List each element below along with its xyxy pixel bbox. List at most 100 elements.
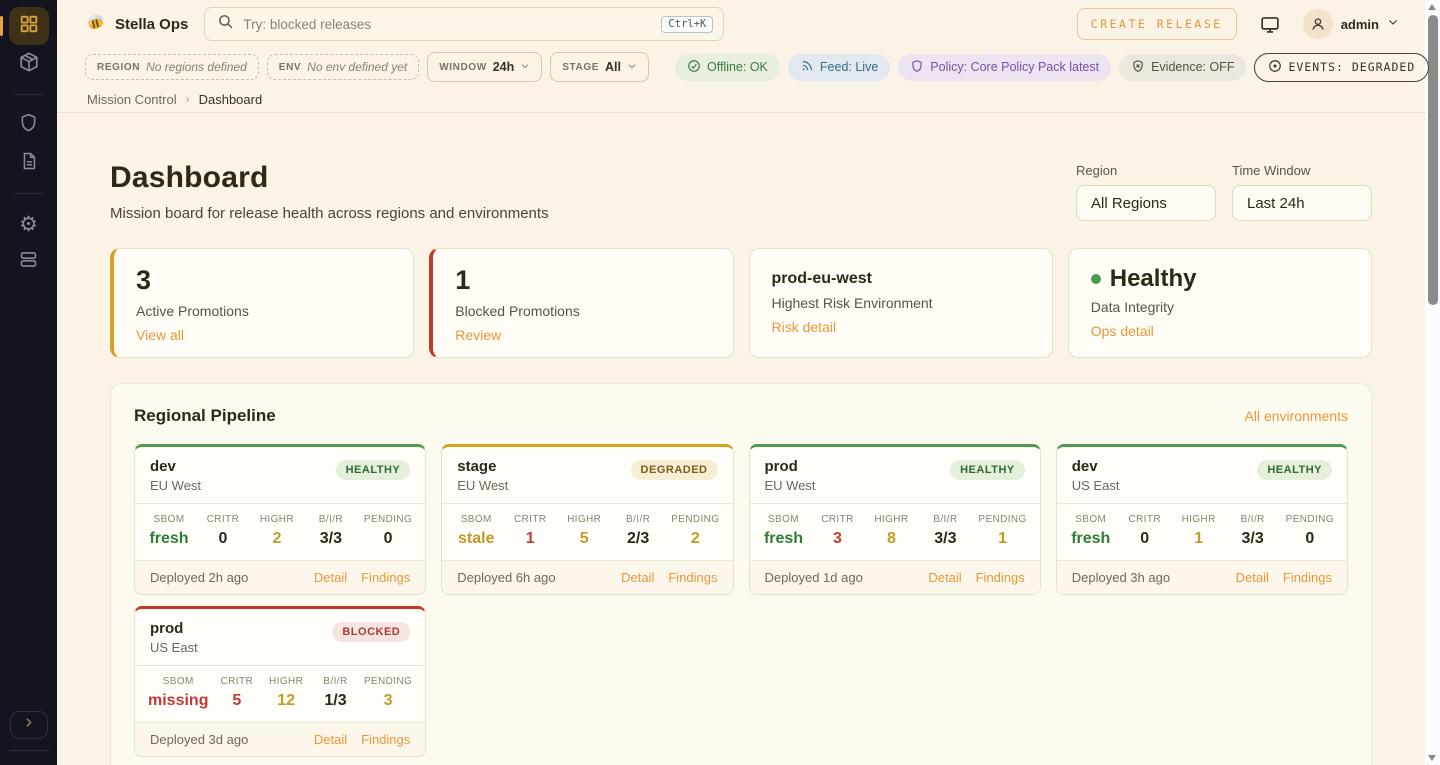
page-title-block: Dashboard Mission board for release heal… [110, 161, 549, 222]
scrollbar-up-arrow[interactable] [1428, 4, 1436, 10]
region-filter-value: No regions defined [146, 60, 247, 74]
app-name: Stella Ops [115, 16, 188, 33]
stat-value-highr: 12 [265, 692, 307, 710]
sidebar: ⚙ [0, 0, 57, 765]
stat-value-highr: 8 [870, 530, 912, 548]
breadcrumb-mission-control[interactable]: Mission Control [87, 92, 177, 107]
sidebar-item-dashboard[interactable] [9, 7, 49, 45]
search-icon [217, 13, 234, 35]
stat-label-sbom: SBOM [455, 514, 497, 525]
policy-status-chip: Policy: Core Policy Pack latest [898, 54, 1111, 81]
env-region: US East [150, 640, 198, 655]
ops-detail-link[interactable]: Ops detail [1091, 323, 1154, 339]
review-link[interactable]: Review [455, 327, 501, 343]
env-filter-pill[interactable]: ENV No env defined yet [267, 54, 419, 80]
risk-detail-link[interactable]: Risk detail [772, 319, 837, 335]
search-shortcut-kbd: Ctrl+K [661, 16, 713, 33]
pipeline-grid: dev EU West HEALTHY SBOMfresh CRITR0 HIG… [134, 444, 1348, 757]
data-integrity-card: Healthy Data Integrity Ops detail [1068, 248, 1372, 358]
stat-label-sbom: SBOM [763, 514, 805, 525]
detail-link[interactable]: Detail [1236, 570, 1269, 585]
stat-value-bir: 1/3 [315, 692, 357, 710]
stage-filter-pill[interactable]: STAGE All [550, 52, 649, 82]
stage-filter-value: All [605, 60, 621, 74]
stat-label-sbom: SBOM [1070, 514, 1112, 525]
stage-filter-label: STAGE [562, 62, 599, 73]
sidebar-item-infrastructure[interactable] [9, 243, 49, 281]
chevron-down-icon [627, 58, 637, 76]
region-filter-pill[interactable]: REGION No regions defined [85, 54, 259, 80]
time-window-select[interactable]: Last 24h [1232, 185, 1372, 221]
findings-link[interactable]: Findings [668, 570, 717, 585]
time-window-filter-group: Time Window Last 24h [1232, 163, 1372, 221]
highest-risk-label: Highest Risk Environment [772, 295, 1030, 311]
stat-value-sbom: stale [455, 530, 497, 548]
detail-link[interactable]: Detail [621, 570, 654, 585]
env-region: EU West [457, 478, 508, 493]
stat-label-bir: B/I/R [1232, 514, 1274, 525]
stat-label-critr: CRITR [216, 676, 258, 687]
stat-label-pending: PENDING [364, 514, 412, 525]
app-logo[interactable]: Stella Ops [85, 12, 188, 37]
policy-status-text: Policy: Core Policy Pack latest [930, 60, 1099, 74]
shield-icon [910, 59, 924, 76]
all-environments-link[interactable]: All environments [1245, 408, 1349, 424]
search-input[interactable] [243, 17, 652, 32]
region-filter-group: Region All Regions [1076, 163, 1216, 221]
stat-label-critr: CRITR [509, 514, 551, 525]
sidebar-item-security[interactable] [9, 106, 49, 144]
pipeline-card-prod-eu-west: prod EU West HEALTHY SBOMfresh CRITR3 HI… [749, 444, 1041, 595]
monitor-icon[interactable] [1259, 14, 1281, 35]
view-all-link[interactable]: View all [136, 327, 184, 343]
status-badge: BLOCKED [332, 622, 410, 642]
user-menu[interactable]: admin [1303, 9, 1399, 39]
sidebar-item-documents[interactable] [9, 144, 49, 182]
create-release-button[interactable]: CREATE RELEASE [1077, 8, 1237, 40]
sidebar-expand-button[interactable] [10, 711, 48, 739]
findings-link[interactable]: Findings [976, 570, 1025, 585]
status-badge: HEALTHY [336, 460, 411, 480]
global-search[interactable]: Ctrl+K [204, 7, 724, 41]
chevron-down-icon [520, 58, 530, 76]
detail-link[interactable]: Detail [314, 570, 347, 585]
offline-status-text: Offline: OK [707, 60, 768, 74]
status-badge: HEALTHY [1257, 460, 1332, 480]
stat-value-highr: 5 [563, 530, 605, 548]
findings-link[interactable]: Findings [1283, 570, 1332, 585]
sidebar-item-releases[interactable] [9, 45, 49, 83]
findings-link[interactable]: Findings [361, 570, 410, 585]
stat-value-highr: 2 [256, 530, 298, 548]
detail-link[interactable]: Detail [314, 732, 347, 747]
window-filter-pill[interactable]: WINDOW 24h [427, 52, 542, 82]
scrollbar-down-arrow[interactable] [1428, 755, 1436, 761]
sidebar-divider [9, 750, 49, 751]
stat-label-bir: B/I/R [924, 514, 966, 525]
stat-label-highr: HIGHR [1178, 514, 1220, 525]
regional-pipeline-section: Regional Pipeline All environments dev E… [110, 383, 1372, 765]
stat-value-highr: 1 [1178, 530, 1220, 548]
page-scrollbar[interactable] [1425, 0, 1440, 765]
region-select[interactable]: All Regions [1076, 185, 1216, 221]
stat-value-critr: 5 [216, 692, 258, 710]
stat-value-bir: 2/3 [617, 530, 659, 548]
env-name: dev [150, 458, 201, 475]
avatar [1303, 9, 1333, 39]
data-integrity-value: Healthy [1110, 266, 1197, 292]
findings-link[interactable]: Findings [361, 732, 410, 747]
stat-value-bir: 3/3 [1232, 530, 1274, 548]
scrollbar-thumb[interactable] [1428, 15, 1438, 305]
events-status-pill[interactable]: EVENTS: DEGRADED [1254, 53, 1429, 82]
stat-label-pending: PENDING [671, 514, 719, 525]
sidebar-item-settings[interactable]: ⚙ [9, 205, 49, 243]
rss-icon [800, 59, 814, 76]
stat-label-critr: CRITR [816, 514, 858, 525]
circle-dot-icon [1268, 59, 1282, 76]
detail-link[interactable]: Detail [928, 570, 961, 585]
breadcrumb-dashboard: Dashboard [199, 92, 263, 107]
env-region: EU West [150, 478, 201, 493]
active-indicator-bar [0, 16, 3, 36]
stat-label-critr: CRITR [202, 514, 244, 525]
page-title: Dashboard [110, 161, 549, 195]
grid-icon [18, 13, 40, 40]
deployed-time: Deployed 6h ago [457, 570, 555, 585]
